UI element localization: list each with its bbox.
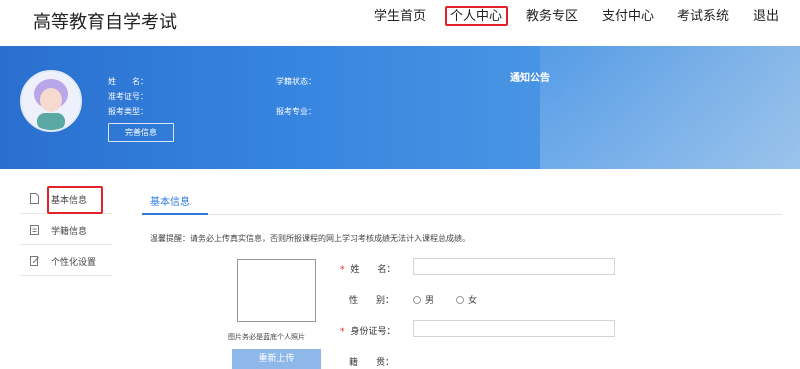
sidebar-item-personal-settings[interactable]: 个性化设置 — [20, 245, 112, 276]
banner-decoration — [540, 46, 800, 169]
warm-reminder-text: 温馨提醒：请务必上传真实信息，否则所报课程的网上学习考核成绩无法计入课程总成绩。 — [150, 234, 470, 243]
native-place-field-label: 籍 贯： — [349, 358, 395, 368]
sidebar-item-label: 学籍信息 — [51, 227, 88, 237]
nav-logout[interactable]: 退出 — [753, 8, 779, 26]
tab-active-indicator — [142, 213, 208, 215]
radio-circle-icon — [413, 296, 421, 304]
gender-male-radio[interactable]: 男 — [413, 293, 434, 306]
nav-exam-system[interactable]: 考试系统 — [677, 8, 729, 26]
reupload-button[interactable]: 重新上传 — [232, 349, 321, 369]
highlight-box — [47, 186, 103, 214]
status-label: 学籍状态： — [276, 77, 316, 86]
photo-preview — [237, 259, 316, 322]
photo-caption: 图片务必是蓝底个人照片 — [228, 333, 305, 341]
notice-title[interactable]: 通知公告 — [510, 69, 550, 84]
sidebar-item-enrollment-info[interactable]: 学籍信息 — [20, 214, 112, 245]
sidebar-item-label: 个性化设置 — [51, 258, 97, 268]
major-label: 报考专业： — [276, 107, 316, 116]
edit-icon — [30, 256, 39, 266]
main-nav: 学生首页 个人中心 教务专区 支付中心 考试系统 退出 — [0, 8, 800, 28]
nav-payment-center[interactable]: 支付中心 — [602, 8, 654, 26]
id-number-input[interactable] — [413, 320, 615, 337]
required-mark: * — [340, 327, 345, 337]
profile-banner: 姓 名： 准考证号： 报考类型： 学籍状态： 报考专业： 完善信息 通知公告 — [0, 46, 800, 169]
name-input[interactable] — [413, 258, 615, 275]
name-label: 姓 名： — [108, 77, 148, 86]
nav-academic-zone[interactable]: 教务专区 — [526, 8, 578, 26]
id-number-field-label: * 身份证号： — [340, 327, 396, 337]
required-mark: * — [340, 265, 345, 275]
gender-field-label: 性 别： — [349, 296, 395, 306]
avatar-icon — [22, 72, 80, 130]
name-field-label: * 姓 名： — [340, 265, 396, 275]
nav-student-home[interactable]: 学生首页 — [374, 8, 426, 26]
admission-number-label: 准考证号： — [108, 92, 148, 101]
exam-type-label: 报考类型： — [108, 107, 148, 116]
gender-female-radio[interactable]: 女 — [456, 293, 477, 306]
document-icon — [30, 193, 39, 204]
complete-info-button[interactable]: 完善信息 — [108, 123, 174, 142]
tab-divider — [142, 214, 782, 215]
archive-icon — [30, 225, 39, 235]
highlight-box — [445, 6, 508, 26]
top-header: 高等教育自学考试 学生首页 个人中心 教务专区 支付中心 考试系统 退出 — [0, 0, 800, 46]
tab-basic-info[interactable]: 基本信息 — [150, 193, 190, 208]
avatar — [20, 70, 82, 132]
radio-circle-icon — [456, 296, 464, 304]
